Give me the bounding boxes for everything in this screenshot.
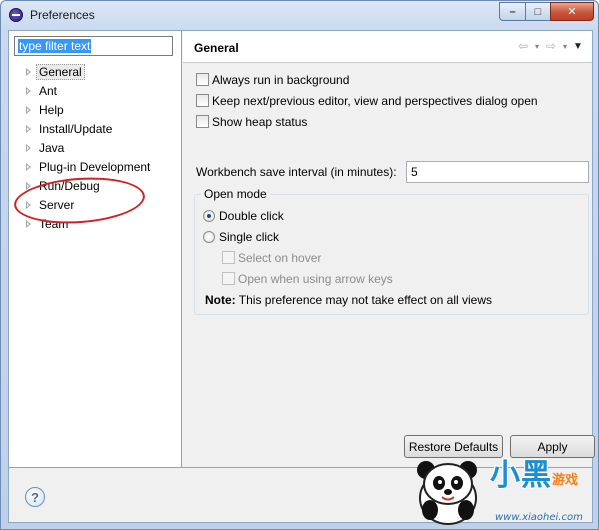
restore-defaults-button[interactable]: Restore Defaults — [404, 435, 503, 458]
tree-item-label: Run/Debug — [39, 178, 100, 193]
tree-item-label: Ant — [39, 83, 58, 98]
forward-dropdown-icon[interactable]: ▾ — [560, 42, 570, 51]
expand-arrow-icon[interactable] — [26, 144, 31, 152]
open-mode-title: Open mode — [201, 187, 270, 201]
page-header: General ⇦ ▾ ⇨ ▾ ▼ — [183, 31, 592, 63]
always-run-background-option[interactable]: Always run in background — [196, 71, 349, 88]
tree-item-label: Plug-in Development — [39, 159, 151, 174]
tree-item-label: Team — [39, 216, 69, 231]
double-click-radio[interactable] — [203, 209, 215, 222]
apply-button[interactable]: Apply — [510, 435, 595, 458]
keep-dialog-open-label: Keep next/previous editor, view and pers… — [212, 93, 538, 108]
history-nav: ⇦ ▾ ⇨ ▾ ▼ — [516, 39, 584, 53]
expand-arrow-icon[interactable] — [26, 87, 31, 95]
tree-item-team[interactable]: Team — [9, 214, 181, 233]
dialog-client-area: type filter text General Ant Help Instal… — [8, 30, 595, 523]
tree-item-general[interactable]: General — [9, 62, 181, 81]
filter-input-text: type filter text — [18, 39, 92, 53]
open-mode-group: Open mode Double click Single click Sele… — [194, 187, 589, 315]
filter-input[interactable]: type filter text — [14, 36, 173, 56]
note-text: This preference may not take effect on a… — [235, 293, 493, 307]
always-run-background-checkbox[interactable] — [196, 73, 209, 86]
keep-dialog-open-checkbox[interactable] — [196, 94, 209, 107]
expand-arrow-icon[interactable] — [26, 220, 31, 228]
help-icon[interactable]: ? — [25, 487, 45, 507]
page-title: General — [194, 41, 239, 55]
eclipse-icon — [9, 8, 23, 22]
open-mode-note: Note: This preference may not take effec… — [205, 293, 492, 307]
expand-arrow-icon[interactable] — [26, 201, 31, 209]
window-controls: – □ ✕ — [499, 2, 594, 22]
show-heap-status-checkbox[interactable] — [196, 115, 209, 128]
preference-tree: General Ant Help Install/Update Java Plu… — [9, 62, 181, 233]
tree-item-run-debug[interactable]: Run/Debug — [9, 176, 181, 195]
forward-arrow-icon[interactable]: ⇨ — [544, 39, 558, 53]
tree-item-plugin-development[interactable]: Plug-in Development — [9, 157, 181, 176]
tree-item-label: Server — [39, 197, 75, 212]
general-preferences-page: Always run in background Keep next/previ… — [183, 64, 595, 467]
tree-item-ant[interactable]: Ant — [9, 81, 181, 100]
expand-arrow-icon[interactable] — [26, 182, 31, 190]
view-menu-icon[interactable]: ▼ — [572, 41, 584, 52]
tree-item-java[interactable]: Java — [9, 138, 181, 157]
tree-item-server[interactable]: Server — [9, 195, 181, 214]
expand-arrow-icon[interactable] — [26, 68, 31, 76]
tree-item-label: Java — [39, 140, 65, 155]
select-on-hover-checkbox — [222, 251, 235, 264]
tree-item-help[interactable]: Help — [9, 100, 181, 119]
show-heap-status-label: Show heap status — [212, 114, 308, 129]
open-arrow-keys-option: Open when using arrow keys — [222, 270, 393, 287]
close-button[interactable]: ✕ — [550, 2, 594, 21]
tree-item-label: Help — [39, 102, 64, 117]
back-arrow-icon[interactable]: ⇦ — [516, 39, 530, 53]
tree-item-label: General — [36, 63, 85, 80]
expand-arrow-icon[interactable] — [26, 163, 31, 171]
select-on-hover-option: Select on hover — [222, 249, 321, 266]
select-on-hover-label: Select on hover — [238, 250, 322, 265]
keep-dialog-open-option[interactable]: Keep next/previous editor, view and pers… — [196, 92, 538, 109]
double-click-option[interactable]: Double click — [203, 207, 284, 224]
single-click-label: Single click — [219, 229, 280, 244]
back-dropdown-icon[interactable]: ▾ — [532, 42, 542, 51]
maximize-button[interactable]: □ — [525, 2, 550, 21]
title-bar: Preferences – □ ✕ — [1, 1, 598, 29]
footer-separator — [9, 467, 592, 468]
tree-item-label: Install/Update — [39, 121, 113, 136]
expand-arrow-icon[interactable] — [26, 106, 31, 114]
single-click-option[interactable]: Single click — [203, 228, 279, 245]
save-interval-input[interactable]: 5 — [406, 161, 589, 183]
note-label: Note: — [205, 293, 236, 307]
open-arrow-keys-checkbox — [222, 272, 235, 285]
window-title: Preferences — [30, 8, 95, 22]
minimize-button[interactable]: – — [499, 2, 525, 21]
show-heap-status-option[interactable]: Show heap status — [196, 113, 307, 130]
save-interval-label: Workbench save interval (in minutes): — [196, 165, 397, 179]
double-click-label: Double click — [219, 208, 284, 223]
expand-arrow-icon[interactable] — [26, 125, 31, 133]
preferences-window: Preferences – □ ✕ type filter text Gener… — [0, 0, 599, 530]
preference-tree-pane: type filter text General Ant Help Instal… — [9, 31, 182, 467]
always-run-background-label: Always run in background — [212, 72, 350, 87]
open-arrow-keys-label: Open when using arrow keys — [238, 271, 393, 286]
tree-item-install-update[interactable]: Install/Update — [9, 119, 181, 138]
single-click-radio[interactable] — [203, 230, 215, 243]
